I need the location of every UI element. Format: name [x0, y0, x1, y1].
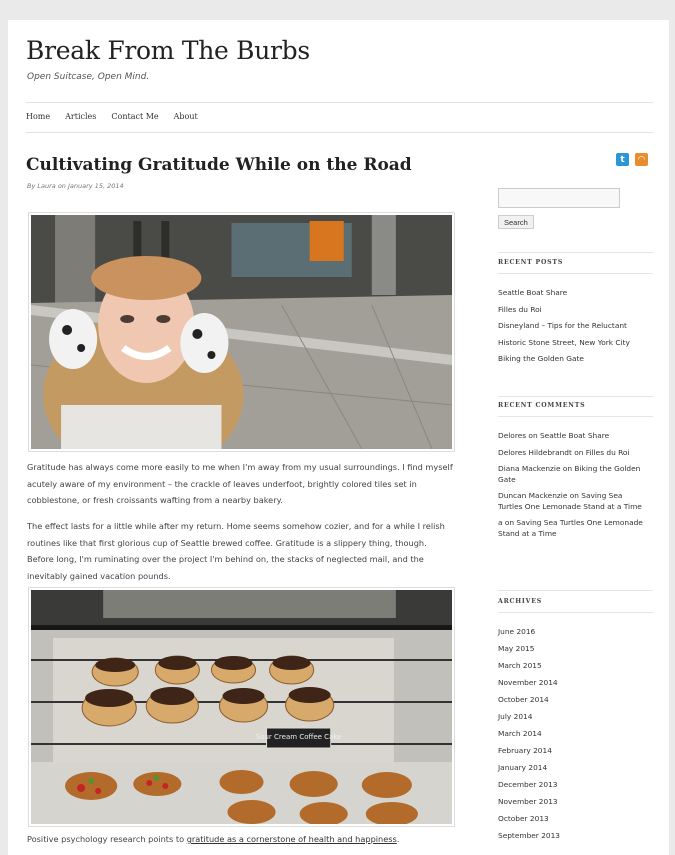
- archive-link[interactable]: January 2014: [498, 763, 547, 772]
- social-icons: t ◠: [616, 153, 648, 166]
- search-button[interactable]: Search: [498, 215, 534, 229]
- gratitude-link[interactable]: gratitude as a cornerstone of health and…: [187, 834, 397, 844]
- post-paragraph-3-suffix: .: [396, 834, 400, 844]
- archive-link[interactable]: July 2014: [498, 712, 532, 721]
- recent-post-link[interactable]: Filles du Roi: [498, 305, 542, 314]
- archive-link[interactable]: October 2014: [498, 695, 549, 704]
- nav-articles[interactable]: Articles: [65, 112, 96, 121]
- archive-link[interactable]: February 2014: [498, 746, 552, 755]
- post-paragraph-1: Gratitude has always come more easily to…: [27, 462, 453, 505]
- recent-posts-title: RECENT POSTS: [498, 259, 564, 266]
- cake-sign-text: Sour Cream Coffee Cake: [256, 733, 342, 741]
- widget-divider: [498, 252, 653, 253]
- recent-comments-list: Delores on Seattle Boat Share Delores Hi…: [498, 431, 648, 539]
- search-input[interactable]: [498, 188, 620, 208]
- post-meta: By Laura on January 15, 2014: [27, 182, 124, 190]
- nav-home[interactable]: Home: [26, 112, 50, 121]
- widget-divider: [498, 416, 653, 417]
- recent-post-link[interactable]: Historic Stone Street, New York City: [498, 338, 630, 347]
- archive-link[interactable]: May 2015: [498, 644, 534, 653]
- main-nav: Home Articles Contact Me About: [26, 112, 198, 121]
- archive-link[interactable]: June 2016: [498, 627, 535, 636]
- archive-link[interactable]: December 2013: [498, 780, 557, 789]
- recent-comment-link[interactable]: Diana Mackenzie on Biking the Golden Gat…: [498, 464, 640, 484]
- post-paragraph-3: Positive psychology research points to g…: [27, 831, 455, 848]
- recent-comment-link[interactable]: a on Saving Sea Turtles One Lemonade Sta…: [498, 518, 643, 538]
- post-paragraph-2: The effect lasts for a little while afte…: [27, 521, 445, 581]
- widget-divider: [498, 273, 653, 274]
- archive-link[interactable]: October 2013: [498, 814, 549, 823]
- post-title[interactable]: Cultivating Gratitude While on the Road: [26, 155, 412, 175]
- twitter-icon[interactable]: t: [616, 153, 629, 166]
- archive-link[interactable]: September 2013: [498, 831, 560, 840]
- nav-about[interactable]: About: [174, 112, 198, 121]
- recent-post-link[interactable]: Biking the Golden Gate: [498, 354, 584, 363]
- archives-list: June 2016 May 2015 March 2015 November 2…: [498, 627, 648, 842]
- widget-divider: [498, 590, 653, 591]
- recent-comments-title: RECENT COMMENTS: [498, 402, 586, 409]
- nav-divider: [26, 132, 653, 133]
- post-image-bakery: Sour Cream Coffee Cake: [28, 587, 455, 827]
- widget-divider: [498, 612, 653, 613]
- widget-divider: [498, 396, 653, 397]
- post-paragraph-3-prefix: Positive psychology research points to: [27, 834, 187, 844]
- archives-title: ARCHIVES: [498, 598, 542, 605]
- post-image-girl: [28, 212, 455, 452]
- recent-post-link[interactable]: Disneyland – Tips for the Reluctant: [498, 321, 627, 330]
- page: Break From The Burbs Open Suitcase, Open…: [8, 20, 669, 855]
- recent-post-link[interactable]: Seattle Boat Share: [498, 288, 567, 297]
- recent-comment-link[interactable]: Duncan Mackenzie on Saving Sea Turtles O…: [498, 491, 642, 511]
- archive-link[interactable]: March 2015: [498, 661, 542, 670]
- recent-comment-link[interactable]: Delores on Seattle Boat Share: [498, 431, 609, 440]
- archive-link[interactable]: March 2014: [498, 729, 542, 738]
- rss-icon[interactable]: ◠: [635, 153, 648, 166]
- archive-link[interactable]: November 2013: [498, 797, 558, 806]
- header-divider: [26, 102, 653, 103]
- archive-link[interactable]: November 2014: [498, 678, 558, 687]
- recent-posts-list: Seattle Boat Share Filles du Roi Disneyl…: [498, 288, 648, 365]
- site-title[interactable]: Break From The Burbs: [26, 36, 310, 65]
- nav-contact-me[interactable]: Contact Me: [111, 112, 158, 121]
- site-description: Open Suitcase, Open Mind.: [27, 72, 150, 82]
- recent-comment-link[interactable]: Delores Hildebrandt on Filles du Roi: [498, 448, 630, 457]
